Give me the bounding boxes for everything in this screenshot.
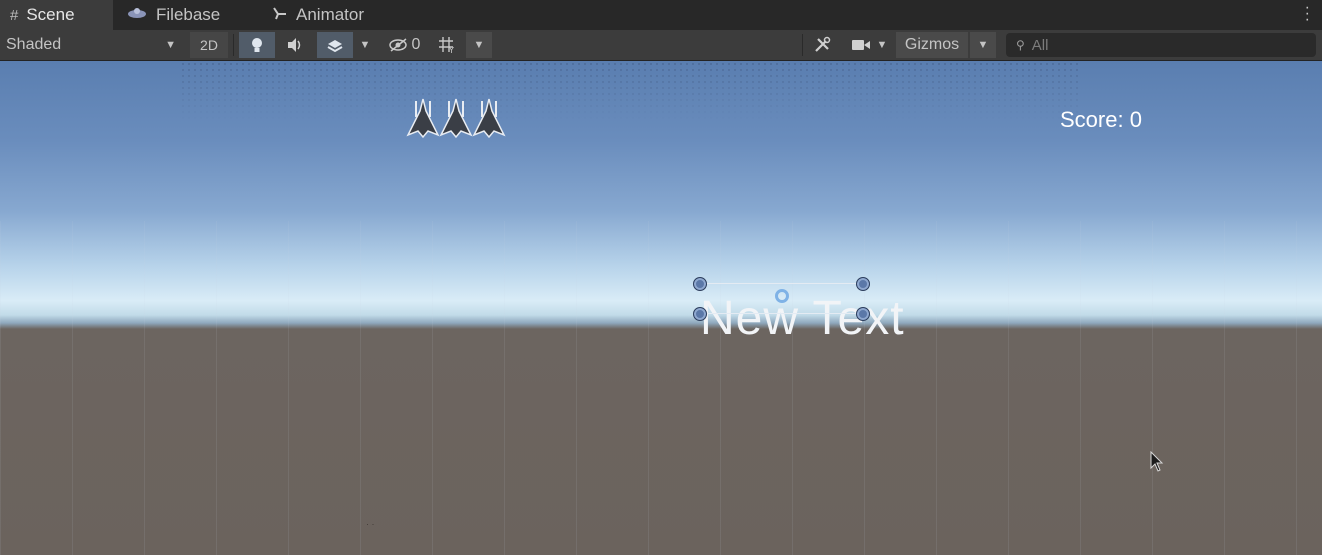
shading-mode-dropdown[interactable]: Shaded ▼ — [0, 32, 184, 58]
tab-scene[interactable]: # Scene — [0, 0, 113, 30]
audio-toggle[interactable] — [277, 32, 313, 58]
mode-2d-toggle[interactable]: 2D — [190, 32, 228, 58]
search-icon: ⚲ — [1016, 38, 1025, 52]
rect-handle-bottom-left[interactable] — [693, 307, 707, 321]
chevron-down-icon: ▼ — [977, 39, 989, 51]
effects-toggle[interactable] — [317, 32, 353, 58]
hash-icon: # — [10, 6, 19, 24]
grid-dropdown[interactable]: ▼ — [466, 32, 492, 58]
origin-marker: · · — [366, 519, 375, 529]
effects-layers-icon — [327, 40, 343, 53]
mode-2d-label: 2D — [200, 37, 218, 53]
search-input[interactable]: ⚲ All — [1006, 33, 1316, 57]
ship-icon — [472, 97, 506, 144]
pivot-handle[interactable] — [775, 289, 789, 303]
hidden-count: 0 — [411, 36, 421, 53]
gizmos-label: Gizmos — [904, 36, 960, 53]
search-placeholder: All — [1031, 36, 1049, 54]
tab-label: Scene — [26, 5, 75, 24]
filebase-icon — [126, 6, 148, 24]
camera-settings-button[interactable]: ▼ — [846, 32, 892, 58]
rect-handle-top-left[interactable] — [693, 277, 707, 291]
new-text-label[interactable]: New Text — [700, 291, 905, 346]
chevron-down-icon: ▼ — [876, 39, 888, 51]
score-text[interactable]: Score: 0 — [1060, 107, 1142, 133]
tools-icon — [815, 36, 831, 52]
chevron-down-icon: ▼ — [473, 39, 485, 51]
grid-toggle[interactable]: Y — [432, 32, 462, 58]
gizmos-toggle[interactable]: Gizmos — [896, 32, 968, 58]
ship-icon — [406, 97, 440, 144]
more-menu-icon[interactable]: · · · — [1305, 0, 1310, 28]
scene-grid — [0, 221, 1322, 555]
hidden-eye-icon — [388, 38, 407, 52]
sky-noise — [180, 61, 1080, 121]
mouse-cursor-icon — [1150, 451, 1164, 472]
editor-tab-bar: # Scene Filebase Animator · · · — [0, 0, 1322, 30]
speaker-icon — [288, 38, 301, 52]
rect-handle-bottom-right[interactable] — [856, 307, 870, 321]
tools-button[interactable] — [808, 32, 836, 58]
rect-bottom-edge — [700, 313, 863, 314]
svg-text:Y: Y — [448, 46, 454, 54]
shading-mode-label: Shaded — [6, 36, 62, 53]
gizmos-dropdown[interactable]: ▼ — [970, 32, 996, 58]
effects-dropdown[interactable]: ▼ — [355, 32, 375, 58]
lighting-toggle[interactable] — [239, 32, 275, 58]
chevron-down-icon: ▼ — [359, 39, 371, 51]
animator-icon — [272, 5, 288, 25]
rect-handle-top-right[interactable] — [856, 277, 870, 291]
camera-icon — [851, 40, 870, 50]
scene-viewport[interactable]: Score: 0 New Text · · — [0, 61, 1322, 555]
ship-icon — [439, 97, 473, 144]
scene-visibility-toggle[interactable]: 0 — [381, 32, 427, 58]
tab-animator[interactable]: Animator — [272, 0, 364, 30]
chevron-down-icon: ▼ — [165, 39, 176, 51]
tab-filebase[interactable]: Filebase — [126, 0, 220, 30]
scene-toolbar: Shaded ▼ 2D ▼ 0 Y ▼ ▼ Gizmos ▼ ⚲ All — [0, 30, 1322, 61]
grid-axis-icon: Y — [439, 37, 454, 54]
tab-label: Animator — [296, 5, 365, 24]
lightbulb-icon — [252, 38, 262, 52]
tab-label: Filebase — [156, 5, 221, 24]
rect-top-edge — [700, 283, 863, 284]
